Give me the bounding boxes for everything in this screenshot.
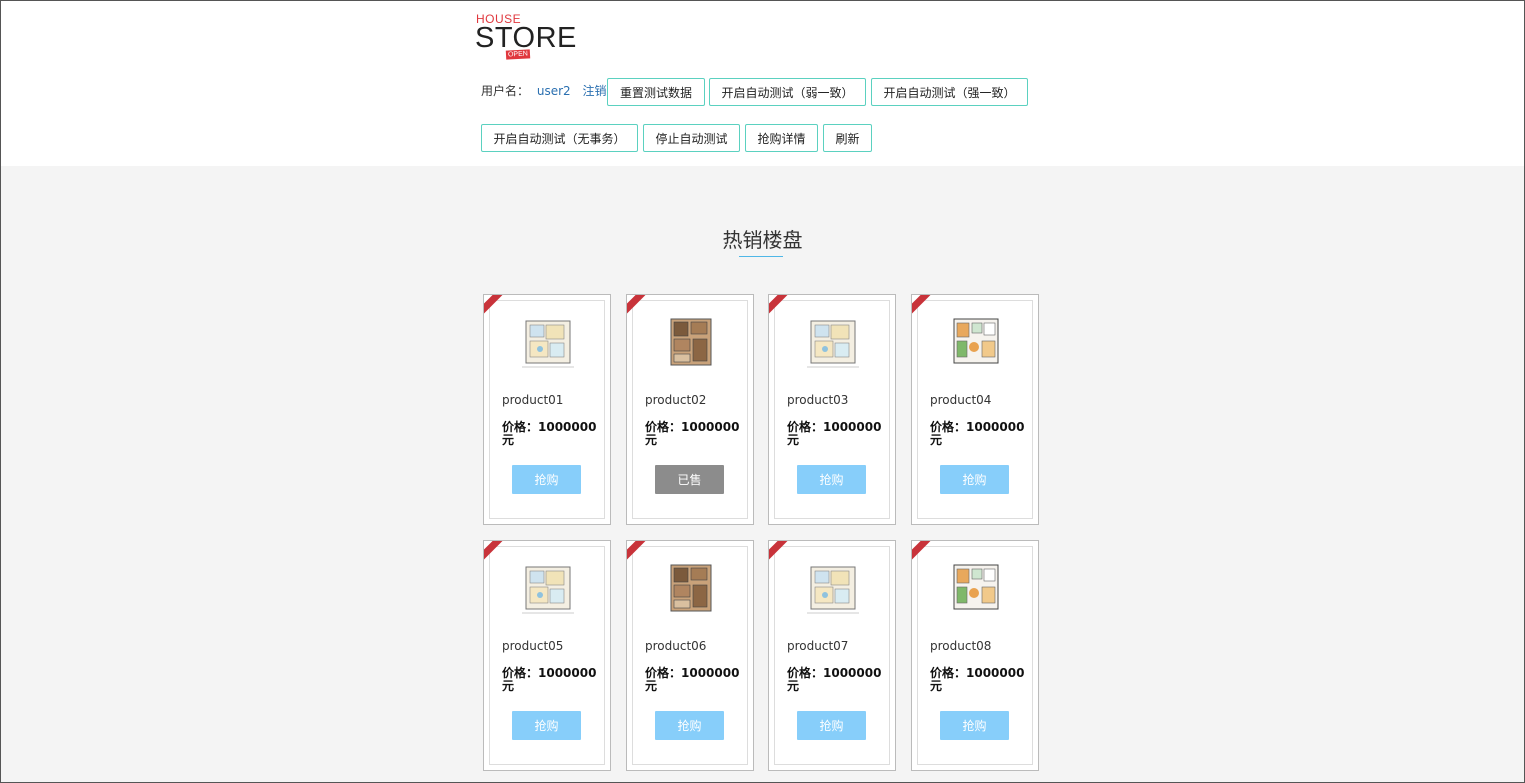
buy-button[interactable]: 抢购 [940,465,1009,494]
product-card[interactable]: product08 价格：1000000元 抢购 [911,540,1039,771]
username-link[interactable]: user2 [537,84,571,98]
buy-button[interactable]: 抢购 [940,711,1009,740]
product-card[interactable]: product01 价格：1000000元 抢购 [483,294,611,525]
product-name: product04 [930,393,992,407]
product-card[interactable]: product06 价格：1000000元 抢购 [626,540,754,771]
product-price: 价格：1000000元 [787,420,882,447]
logout-link[interactable]: 注销 [582,84,606,98]
logo-open-badge: OPEN [505,49,531,60]
floor-plan-image[interactable] [664,561,718,617]
product-name: product02 [645,393,707,407]
floor-plan-image[interactable] [521,315,575,371]
product-card[interactable]: product02 价格：1000000元 已售 [626,294,754,525]
stop-auto-test-button[interactable]: 停止自动测试 [643,124,740,152]
product-price: 价格：1000000元 [645,666,740,693]
product-price: 价格：1000000元 [502,666,597,693]
product-name: product01 [502,393,564,407]
product-card[interactable]: product05 价格：1000000元 抢购 [483,540,611,771]
product-price: 价格：1000000元 [930,420,1025,447]
auto-test-weak-button[interactable]: 开启自动测试（弱一致） [709,78,866,106]
floor-plan-image[interactable] [521,561,575,617]
auto-test-no-transaction-button[interactable]: 开启自动测试（无事务） [481,124,638,152]
buy-button[interactable]: 抢购 [512,711,581,740]
floor-plan-image[interactable] [949,561,1003,617]
auto-test-strong-button[interactable]: 开启自动测试（强一致） [871,78,1028,106]
product-card[interactable]: product03 价格：1000000元 抢购 [768,294,896,525]
floor-plan-image[interactable] [664,315,718,371]
section-title: 热销楼盘 [722,228,803,252]
buy-button[interactable]: 抢购 [655,711,724,740]
product-name: product08 [930,639,992,653]
store-logo[interactable]: HOUSE STORE OPEN [475,12,576,64]
reset-test-data-button[interactable]: 重置测试数据 [607,78,705,106]
section-title-underline [739,256,783,257]
purchase-details-button[interactable]: 抢购详情 [745,124,818,152]
floor-plan-image[interactable] [806,315,860,371]
site-header: HOUSE STORE OPEN 用户名： user2 注销 重置测试数据 开启… [0,0,1525,166]
refresh-button[interactable]: 刷新 [823,124,872,152]
product-price: 价格：1000000元 [502,420,597,447]
content-area [0,166,1525,783]
floor-plan-image[interactable] [806,561,860,617]
buy-button[interactable]: 抢购 [797,711,866,740]
product-name: product06 [645,639,707,653]
username-label: 用户名： [481,84,530,98]
product-name: product07 [787,639,849,653]
product-price: 价格：1000000元 [930,666,1025,693]
product-price: 价格：1000000元 [645,420,740,447]
product-name: product03 [787,393,849,407]
product-card[interactable]: product07 价格：1000000元 抢购 [768,540,896,771]
product-card[interactable]: product04 价格：1000000元 抢购 [911,294,1039,525]
product-price: 价格：1000000元 [787,666,882,693]
user-info: 用户名： user2 注销 [481,82,607,99]
buy-button[interactable]: 抢购 [512,465,581,494]
floor-plan-image[interactable] [949,315,1003,371]
product-name: product05 [502,639,564,653]
sold-button[interactable]: 已售 [655,465,724,494]
buy-button[interactable]: 抢购 [797,465,866,494]
